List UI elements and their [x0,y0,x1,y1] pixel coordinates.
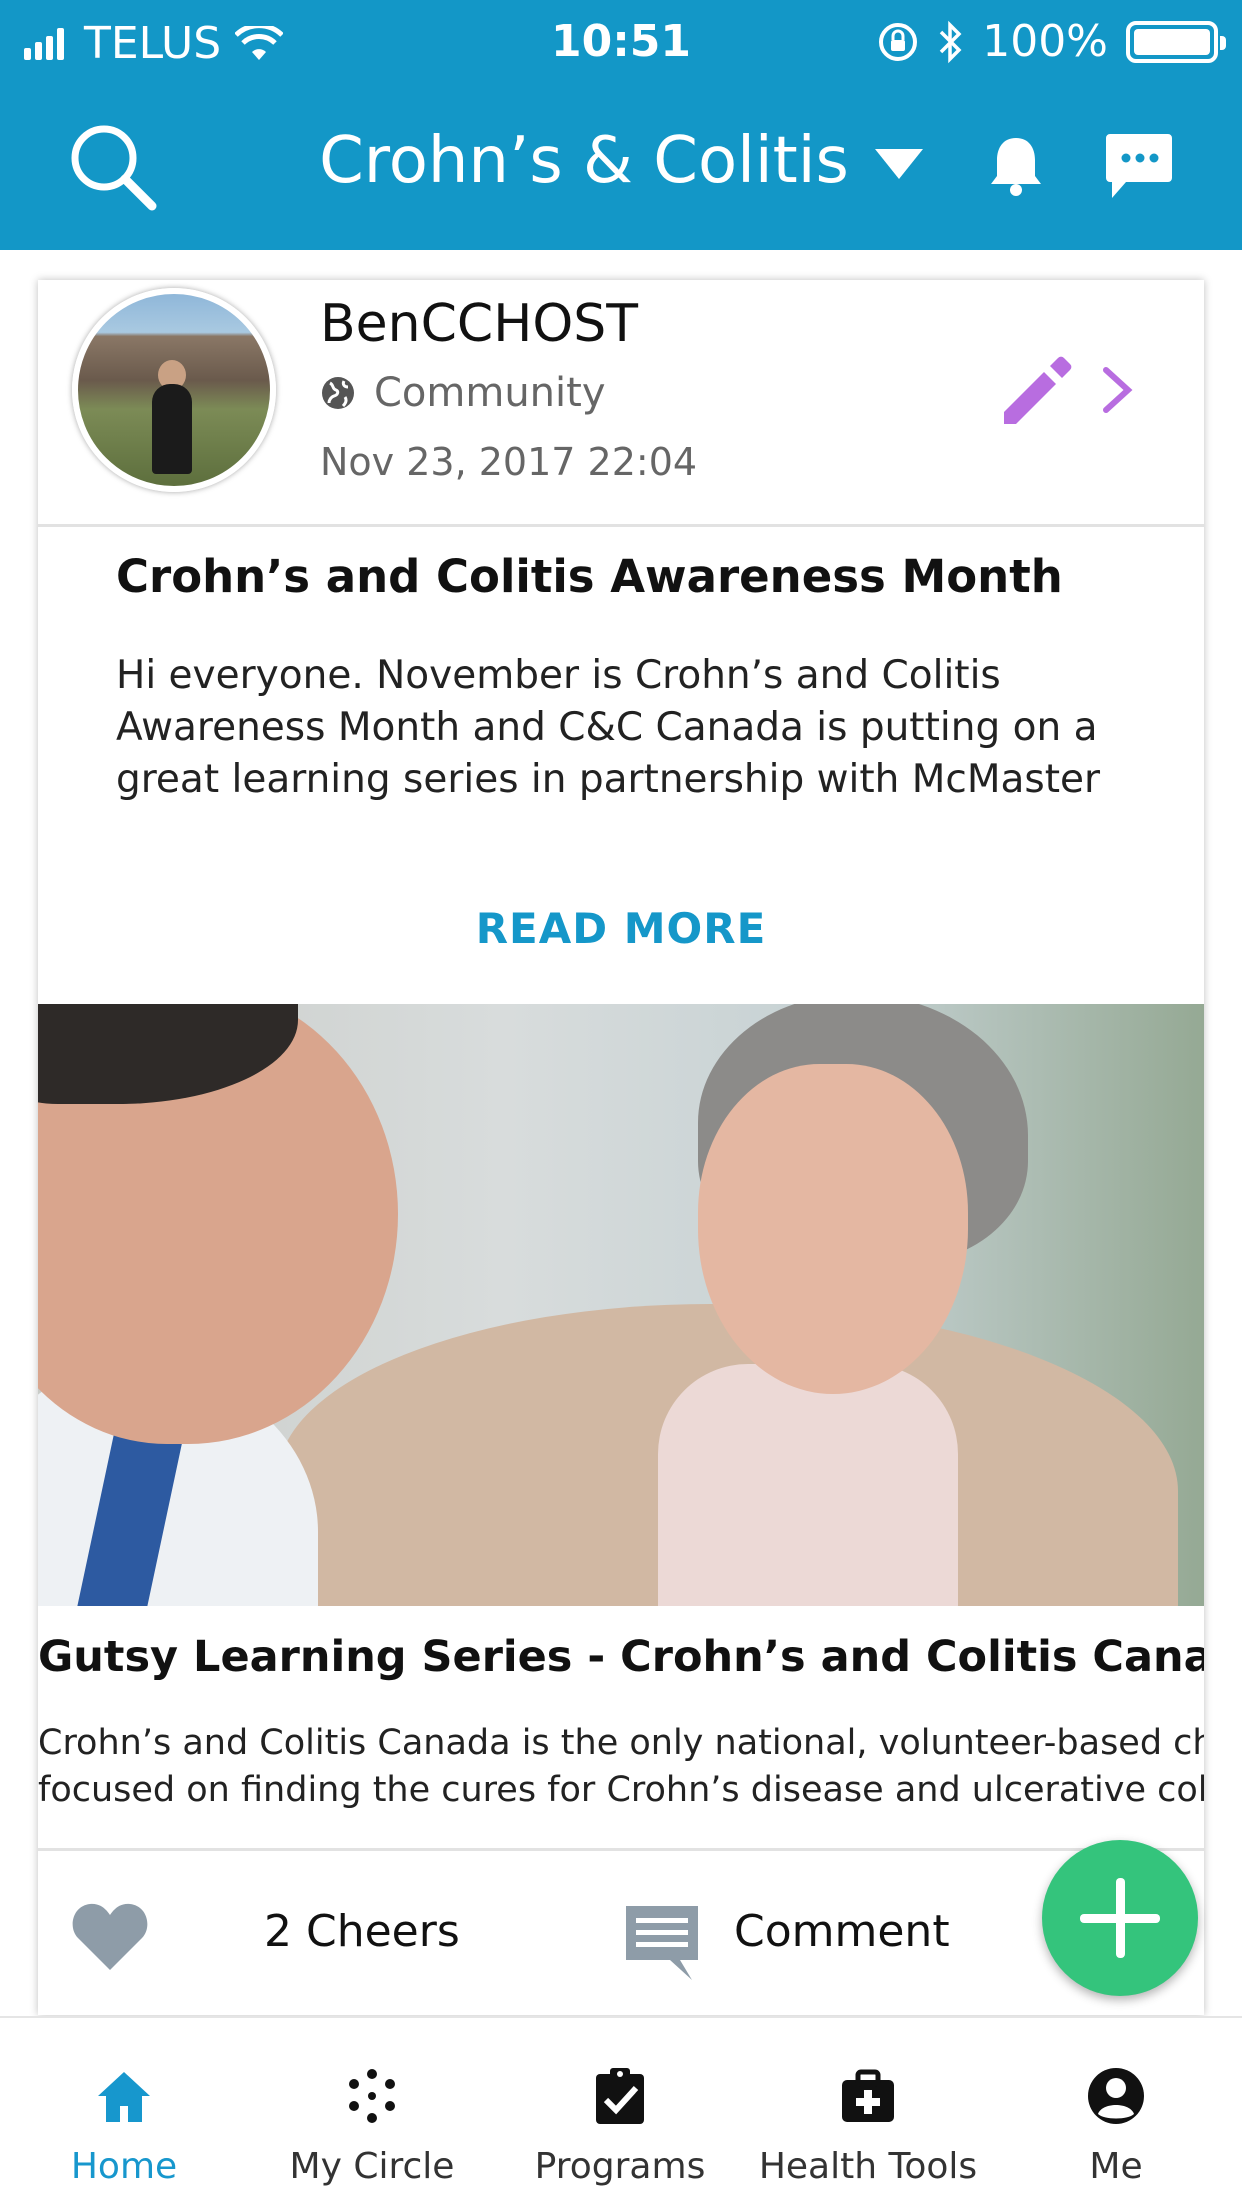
medical-kit-icon [842,2069,894,2122]
comment-button[interactable]: Comment [734,1906,950,1957]
header-divider [38,524,1204,527]
tab-label: Me [1089,2146,1143,2187]
caret-down-icon [874,149,923,180]
link-description-line: focused on finding the cures for Crohn’s… [38,1770,1204,1810]
avatar[interactable] [72,288,276,492]
header-nav: Crohn’s & Colitis [0,110,1242,220]
post-body-line: Hi everyone. November is Crohn’s and Col… [116,653,1001,698]
clipboard-check-icon [596,2068,644,2124]
status-right: 100% [876,16,1226,67]
post-timestamp: Nov 23, 2017 22:04 [320,440,698,484]
post-actions: 2 Cheers Comment [38,1850,1204,2015]
post-author[interactable]: BenCCHOST [320,294,638,354]
tab-label: Home [70,2146,178,2187]
chat-icon[interactable] [1104,130,1174,202]
tab-home[interactable]: Home [0,2018,248,2208]
comment-icon[interactable] [622,1902,702,1982]
globe-icon [322,377,354,409]
post-body-line: great learning series in partnership wit… [116,757,1101,802]
home-icon [98,2072,150,2122]
photo-woman-face [698,1064,968,1394]
link-preview-image[interactable] [38,1004,1204,1606]
read-more-button[interactable]: READ MORE [38,904,1204,953]
status-bar: TELUS 10:51 100% [0,0,1242,84]
photo-woman-blouse [658,1364,958,1606]
community-selector[interactable]: Crohn’s & Colitis [0,124,1242,198]
chevron-right-icon[interactable] [1098,362,1138,418]
visibility-label: Community [374,370,606,416]
tab-my-circle[interactable]: My Circle [248,2018,496,2208]
tab-health-tools[interactable]: Health Tools [744,2018,992,2208]
battery-percent: 100% [982,16,1108,67]
top-bar: TELUS 10:51 100% Crohn’s & Colitis [0,0,1242,250]
post-body: Hi everyone. November is Crohn’s and Col… [116,650,1116,806]
community-title: Crohn’s & Colitis [319,124,849,198]
post-title: Crohn’s and Colitis Awareness Month [116,550,1063,603]
bell-icon[interactable] [986,134,1046,198]
circle-dots-icon [349,2069,395,2123]
battery-icon [1126,20,1226,63]
post-body-line: Awareness Month and C&C Canada is puttin… [116,705,1098,750]
post-card: BenCCHOST Community Nov 23, 2017 22:04 C… [38,280,1204,2015]
link-description-line: Crohn’s and Colitis Canada is the only n… [38,1723,1204,1763]
orientation-lock-icon [879,22,918,61]
link-preview-description: Crohn’s and Colitis Canada is the only n… [38,1720,1204,1814]
tab-programs[interactable]: Programs [496,2018,744,2208]
tab-label: My Circle [289,2146,455,2187]
post-visibility: Community [320,370,606,416]
avatar-person-body [152,384,192,474]
cheers-count[interactable]: 2 Cheers [264,1906,460,1957]
pencil-icon[interactable] [998,352,1074,428]
tab-label: Programs [534,2146,706,2187]
bottom-tab-bar: Home My Circle Programs Health Tools Me [0,2016,1242,2208]
account-icon [1088,2068,1144,2124]
bluetooth-icon [939,20,962,63]
add-post-button[interactable] [1042,1840,1198,1996]
tab-label: Health Tools [758,2146,978,2187]
heart-icon[interactable] [70,1900,150,1972]
tab-me[interactable]: Me [992,2018,1242,2208]
link-preview-title[interactable]: Gutsy Learning Series - Crohn’s and Coli… [38,1632,1204,1682]
